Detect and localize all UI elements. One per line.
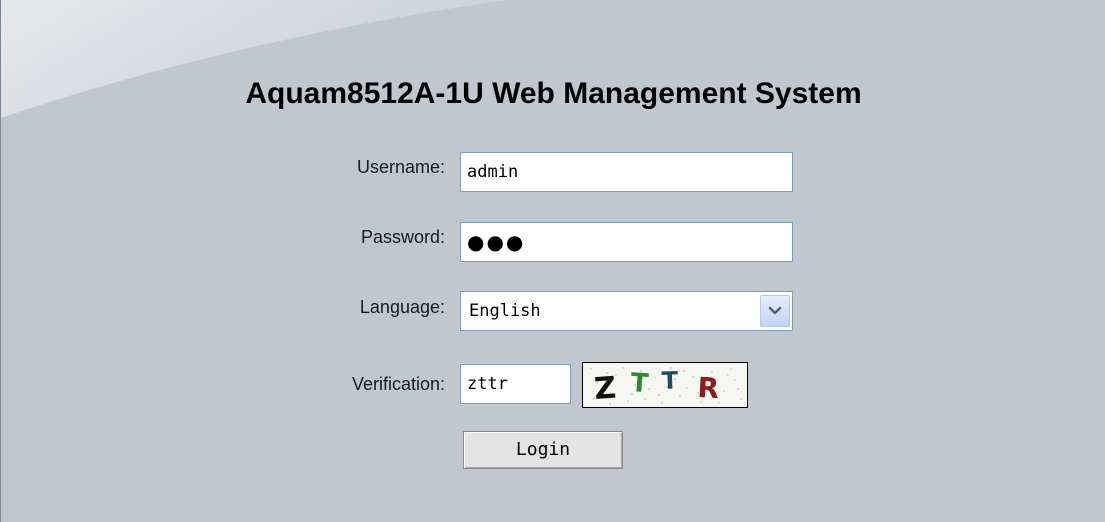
verification-input[interactable]: zttr [460,364,571,404]
login-button[interactable]: Login [463,431,623,469]
captcha-char: T [661,366,679,395]
page-title: Aquam8512A-1U Web Management System [245,77,862,110]
captcha-char: Z [593,371,617,407]
captcha-char: T [630,368,650,399]
verification-label: Verification: [351,374,445,394]
captcha-graphic: ZTTR [590,366,742,407]
username-input[interactable]: admin [460,152,793,192]
captcha-image[interactable]: ZTTR [582,362,748,408]
password-label: Password: [360,227,445,247]
language-select[interactable]: English [460,291,793,331]
language-select-value: English [469,301,541,321]
username-label: Username: [356,157,445,177]
captcha-char: R [697,371,720,405]
password-input[interactable]: ●●● [460,222,793,262]
login-panel: Aquam8512A-1U Web Management System User… [0,0,1105,522]
language-label: Language: [359,297,445,317]
chevron-down-icon[interactable] [760,295,790,327]
